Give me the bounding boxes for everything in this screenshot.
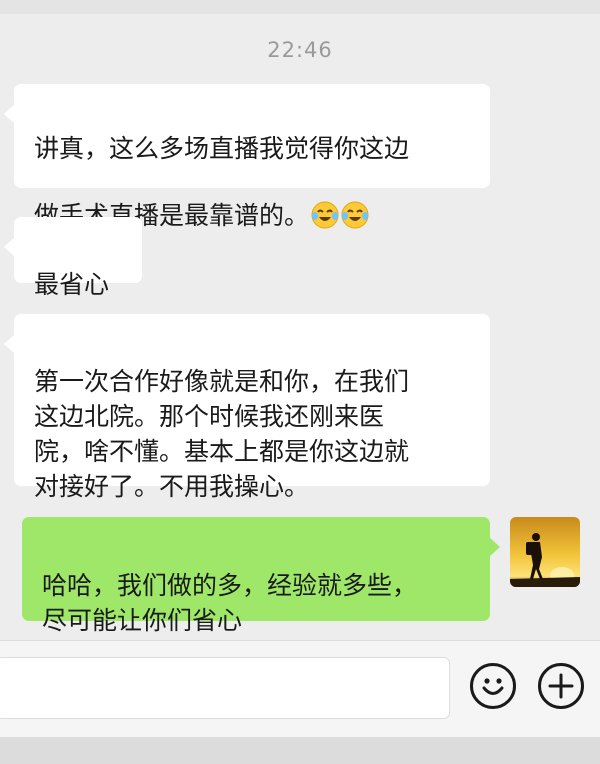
outgoing-message-bubble[interactable]: 哈哈，我们做的多，经验就多些， 尽可能让你们省心 [22,517,500,635]
incoming-message-bubble[interactable]: 最省心 [4,217,142,299]
bottom-edge-strip [0,737,600,764]
emoji-button[interactable] [470,663,516,709]
chat-area[interactable]: 22:46 讲真，这么多场直播我觉得你这边 做手术直播是最靠谱的。 最省心 第一… [0,14,600,640]
incoming-message-bubble[interactable]: 第一次合作好像就是和你，在我们 这边北院。那个时候我还刚来医 院，啥不懂。基本上… [4,314,490,501]
message-text: 最省心 [34,270,110,299]
plus-circle-icon [548,673,574,699]
incoming-message-bubble[interactable]: 讲真，这么多场直播我觉得你这边 做手术直播是最靠谱的。 [4,84,490,230]
top-edge-strip [0,0,600,14]
user-avatar[interactable] [510,517,580,587]
smiley-face-icon [482,678,504,695]
chat-input-bar [0,640,600,764]
message-input-field[interactable] [0,657,450,719]
message-text: 第一次合作好像就是和你，在我们 这边北院。那个时候我还刚来医 院，啥不懂。基本上… [34,367,410,501]
message-timestamp: 22:46 [267,38,333,62]
laughing-crying-emoji-icon [341,166,369,229]
more-options-button[interactable] [538,663,584,709]
laughing-crying-emoji-icon [311,166,339,229]
message-text: 哈哈，我们做的多，经验就多些， 尽可能让你们省心 [42,571,418,635]
